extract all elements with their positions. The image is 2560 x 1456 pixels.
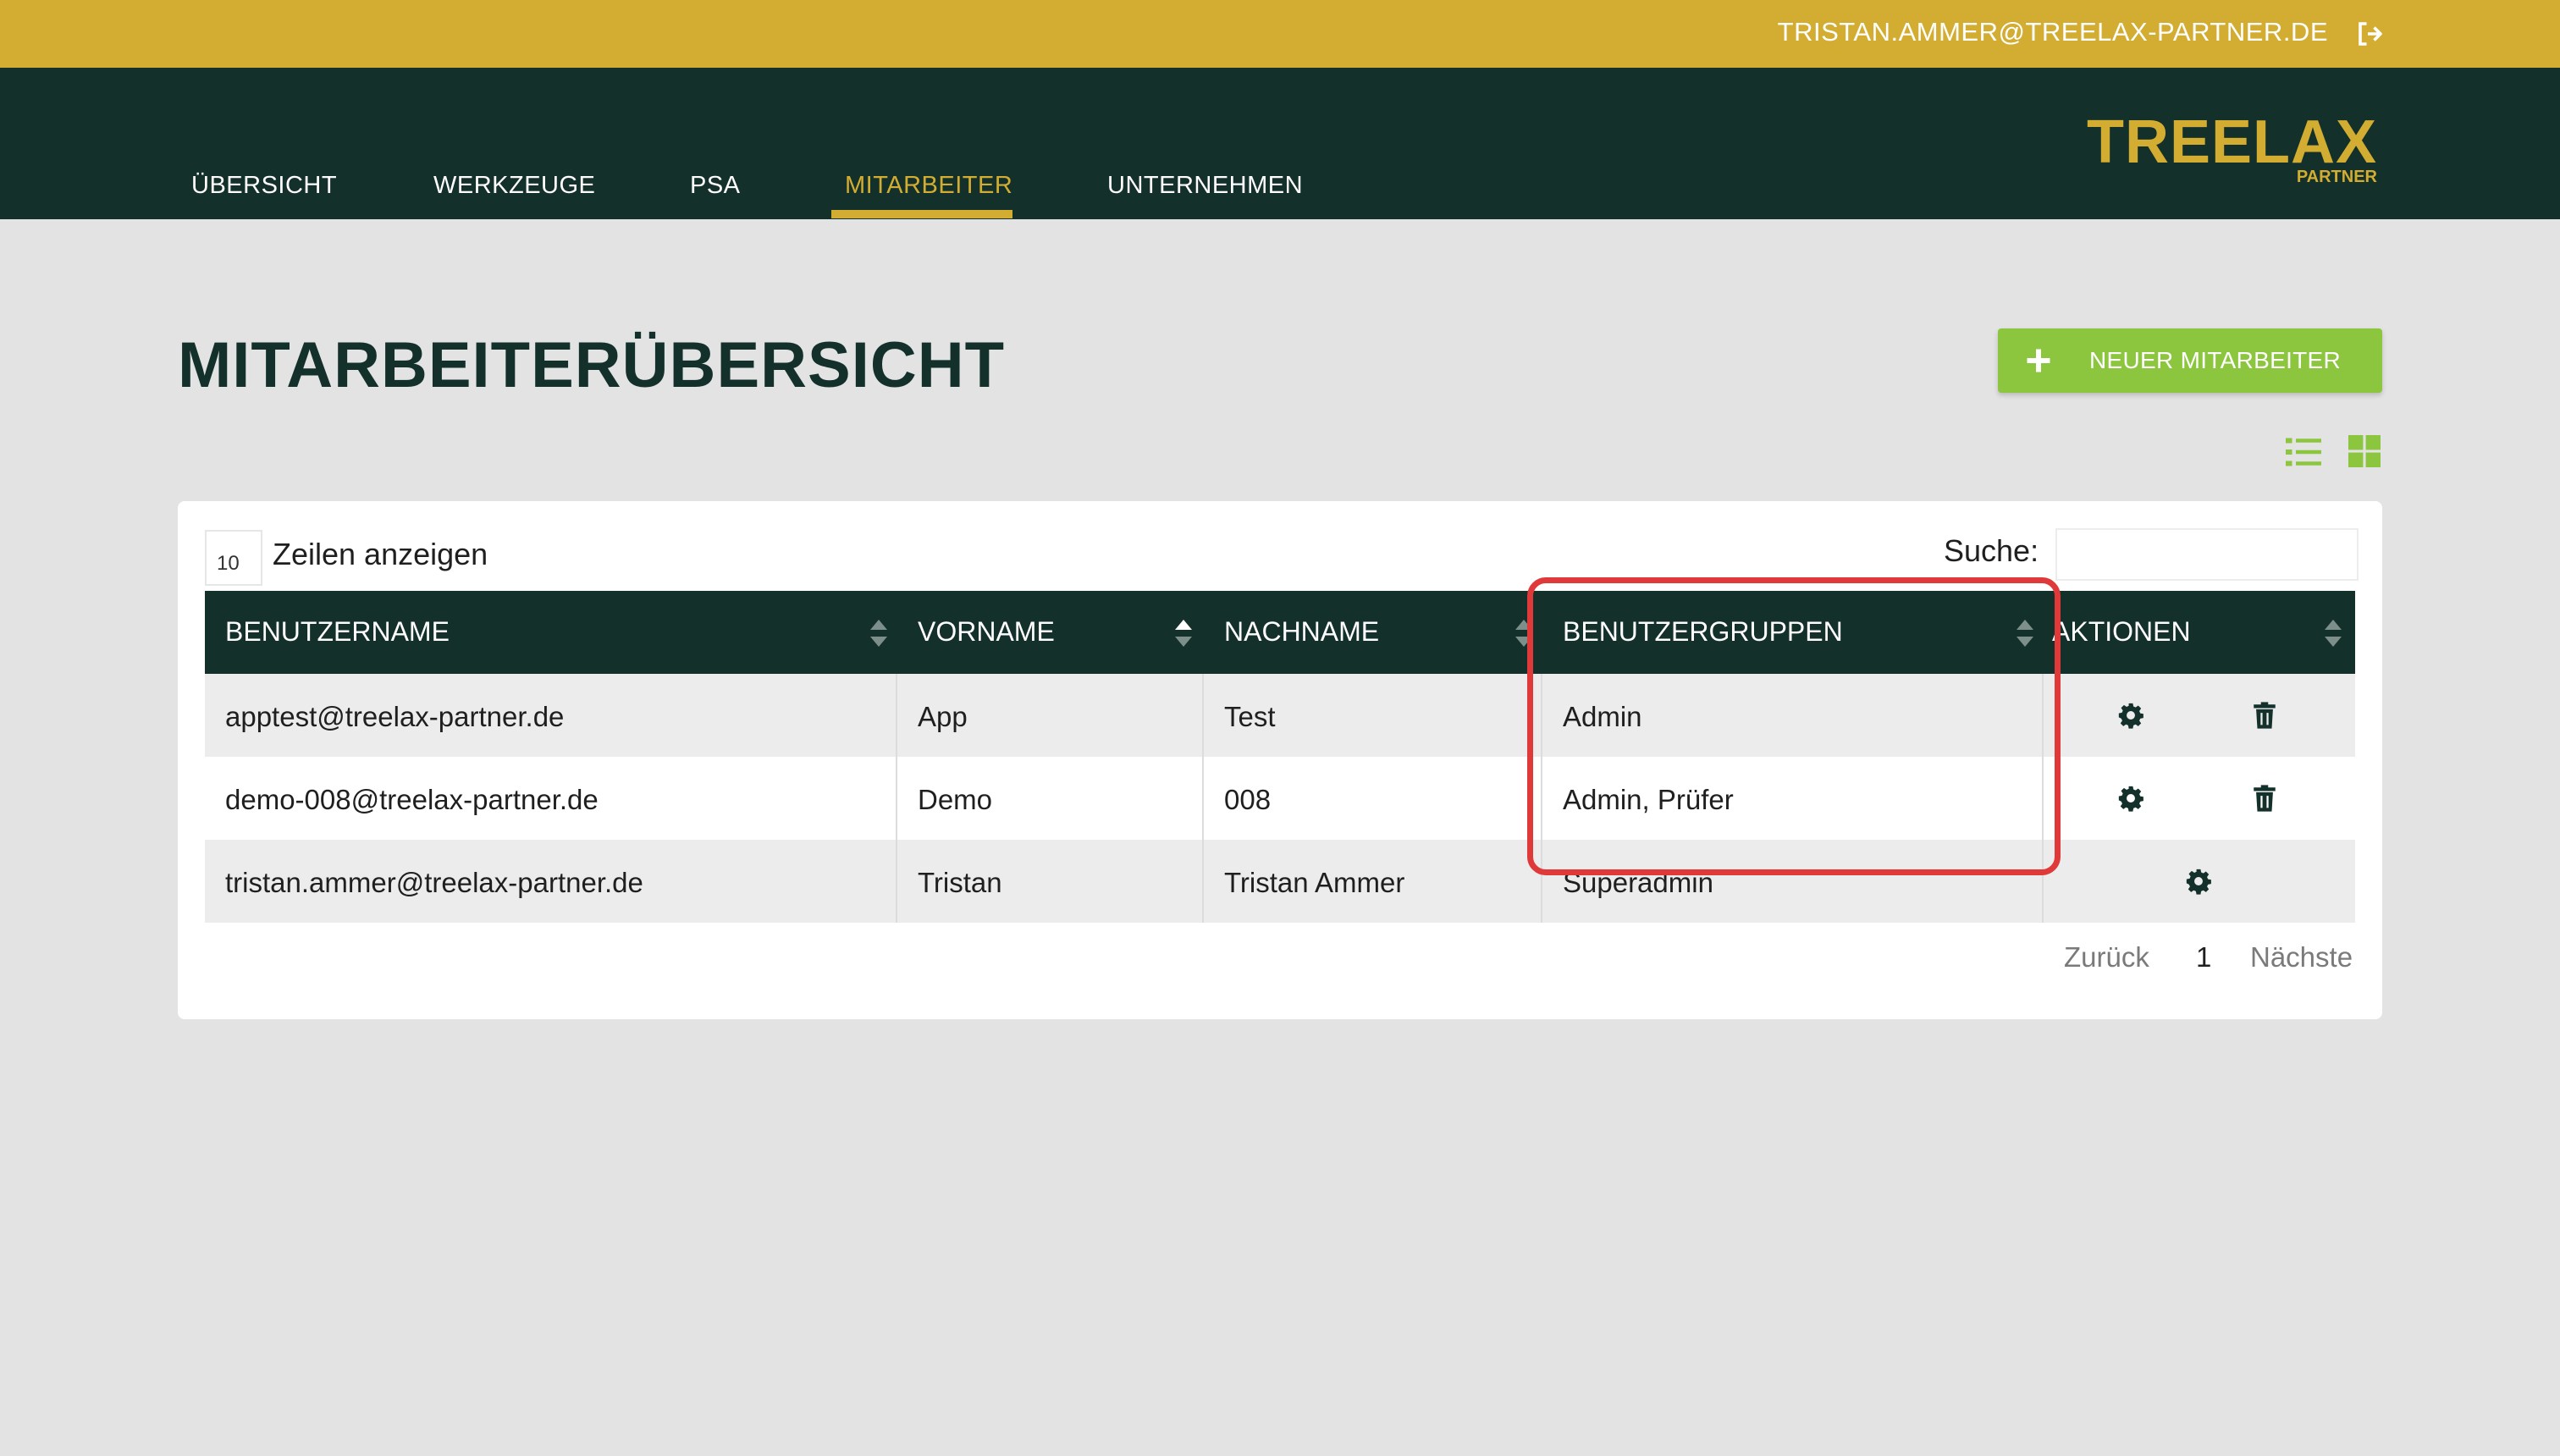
sort-icon [1515,620,1532,647]
nav-item-uebersicht[interactable]: ÜBERSICHT [191,172,337,200]
nav-item-mitarbeiter[interactable]: MITARBEITER [845,172,1012,200]
cell-actions [2044,840,2355,923]
cell-username: apptest@treelax-partner.de [205,674,897,757]
nav-item-psa[interactable]: PSA [690,172,741,200]
new-employee-button[interactable]: NEUER MITARBEITER [1998,328,2382,393]
top-bar: TRISTAN.AMMER@TREELAX-PARTNER.DE [0,0,2560,68]
trash-icon[interactable] [2250,701,2279,730]
nav-item-unternehmen[interactable]: UNTERNEHMEN [1107,172,1303,200]
cell-groups: Admin, Prüfer [1542,757,2044,840]
cell-username: tristan.ammer@treelax-partner.de [205,840,897,923]
list-view-icon[interactable] [2286,437,2321,467]
main-navbar: ÜBERSICHT WERKZEUGE PSA MITARBEITER UNTE… [0,68,2560,219]
cell-firstname: Tristan [897,840,1204,923]
trash-icon[interactable] [2250,784,2279,813]
column-header-label: BENUTZERNAME [225,616,450,647]
cell-firstname: App [897,674,1204,757]
cell-actions [2044,757,2355,840]
page-title: MITARBEITERÜBERSICHT [178,329,1006,401]
pagination-page-1[interactable]: 1 [2196,941,2211,973]
cell-lastname: 008 [1204,757,1542,840]
table-row[interactable]: demo-008@treelax-partner.de Demo 008 Adm… [205,757,2355,840]
table-row[interactable]: tristan.ammer@treelax-partner.de Tristan… [205,840,2355,923]
page-length-label: Zeilen anzeigen [273,537,488,571]
column-header-label: AKTIONEN [2052,616,2191,647]
grid-view-icon[interactable] [2347,435,2382,467]
column-header-label: NACHNAME [1224,616,1380,647]
table-header: BENUTZERNAME VORNAME NACHNAME BENUTZERGR… [205,591,2355,674]
column-header-vorname[interactable]: VORNAME [897,591,1204,674]
column-header-benutzername[interactable]: BENUTZERNAME [205,591,897,674]
sign-out-icon[interactable] [2355,19,2386,49]
cell-groups: Superadmin [1542,840,2044,923]
search-input[interactable] [2055,528,2359,581]
nav-item-werkzeuge[interactable]: WERKZEUGE [433,172,595,200]
column-header-benutzergruppen[interactable]: BENUTZERGRUPPEN [1542,591,2044,674]
sort-icon [2017,620,2033,647]
column-header-label: VORNAME [918,616,1055,647]
column-header-aktionen[interactable]: AKTIONEN [2044,591,2355,674]
cell-lastname: Test [1204,674,1542,757]
gear-icon[interactable] [2184,867,2213,896]
sort-asc-icon [1175,620,1192,647]
active-nav-indicator [831,210,1012,218]
gear-icon[interactable] [2116,784,2145,813]
column-header-label: BENUTZERGRUPPEN [1563,616,1843,647]
table-row[interactable]: apptest@treelax-partner.de App Test Admi… [205,674,2355,757]
employee-table-card: 10 Zeilen anzeigen Suche: BENUTZERNAME V… [178,501,2382,1019]
cell-actions [2044,674,2355,757]
cell-lastname: Tristan Ammer [1204,840,1542,923]
user-email[interactable]: TRISTAN.AMMER@TREELAX-PARTNER.DE [1778,17,2328,47]
pagination-next[interactable]: Nächste [2250,941,2353,973]
cell-firstname: Demo [897,757,1204,840]
column-header-nachname[interactable]: NACHNAME [1204,591,1542,674]
new-employee-label: NEUER MITARBEITER [2089,347,2342,373]
cell-groups: Admin [1542,674,2044,757]
gear-icon[interactable] [2116,701,2145,730]
page-length-select[interactable]: 10 [205,530,262,586]
search-label: Suche: [1944,533,2039,568]
plus-icon [2027,349,2050,372]
sort-icon [2325,620,2342,647]
cell-username: demo-008@treelax-partner.de [205,757,897,840]
sort-icon [870,620,887,647]
employee-table: BENUTZERNAME VORNAME NACHNAME BENUTZERGR… [205,591,2355,923]
pagination-previous[interactable]: Zurück [2064,941,2149,973]
treelax-logo[interactable]: TREELAX PARTNER [2087,112,2377,186]
logo-wordmark: TREELAX [2086,108,2377,176]
